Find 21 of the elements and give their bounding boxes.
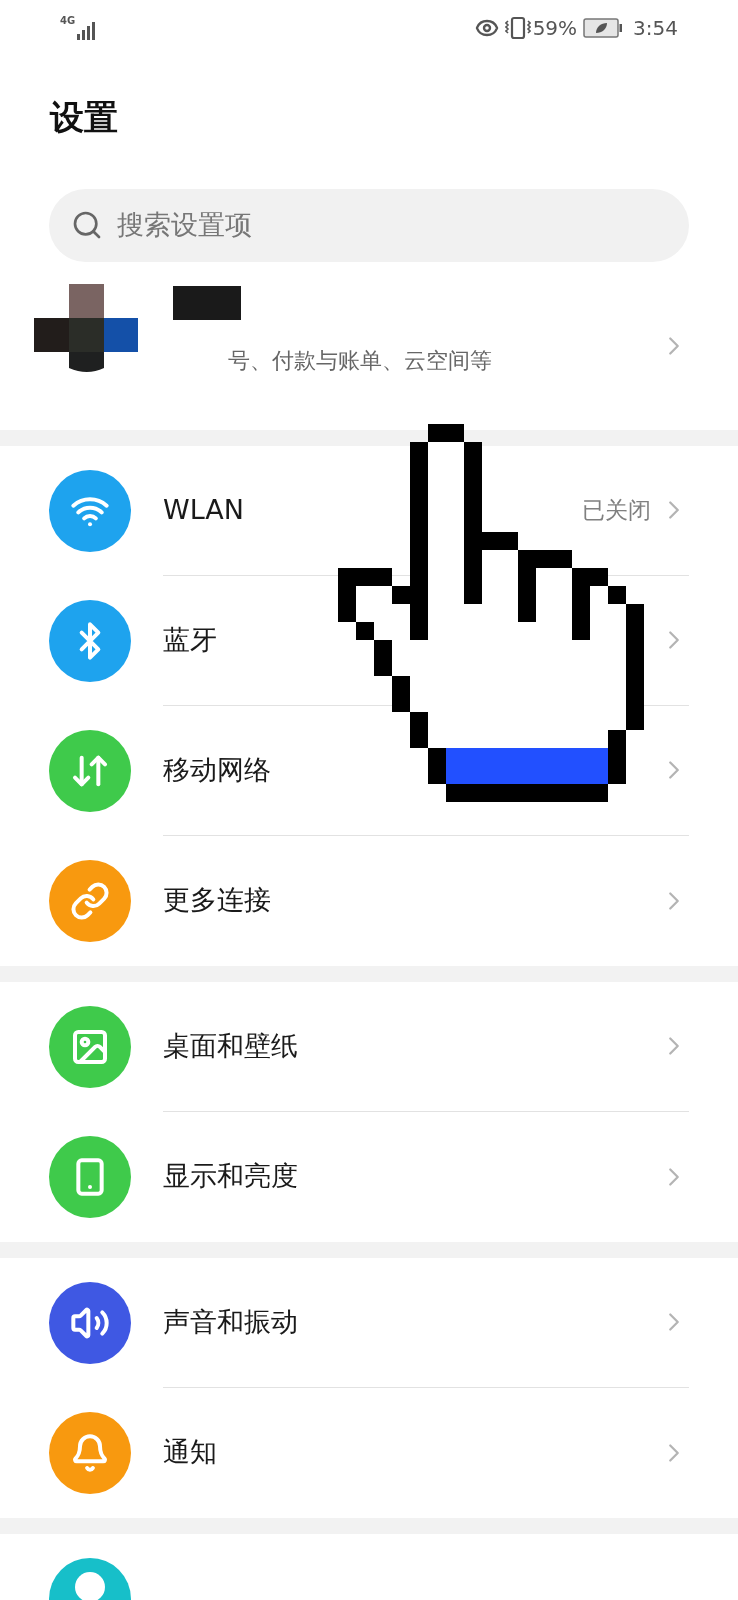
setting-status: 已关闭: [582, 495, 651, 525]
bell-icon: [70, 1432, 110, 1473]
search-input[interactable]: 搜索设置项: [117, 204, 667, 246]
search-icon: [71, 209, 103, 241]
setting-label[interactable]: 通知: [163, 1432, 217, 1473]
battery-percent: 59%: [532, 15, 578, 42]
setting-label[interactable]: 显示和亮度: [163, 1156, 298, 1197]
clock: 3:54: [633, 15, 678, 42]
battery-icon: [583, 18, 624, 38]
account-subtitle: 号、付款与账单、云空间等: [228, 346, 493, 375]
vibrate-icon: [504, 16, 531, 40]
redaction-bar: [173, 285, 241, 320]
page-title: 设置: [50, 96, 119, 139]
search-field[interactable]: 搜索设置项: [49, 188, 689, 262]
setting-label[interactable]: 移动网络: [163, 749, 271, 791]
setting-label[interactable]: 声音和振动: [163, 1301, 298, 1343]
setting-label[interactable]: 更多连接: [163, 880, 271, 921]
setting-label[interactable]: 桌面和壁纸: [163, 1025, 298, 1067]
setting-label[interactable]: WLAN: [163, 489, 245, 531]
link-icon: [70, 880, 110, 921]
setting-label[interactable]: 蓝牙: [163, 619, 217, 661]
